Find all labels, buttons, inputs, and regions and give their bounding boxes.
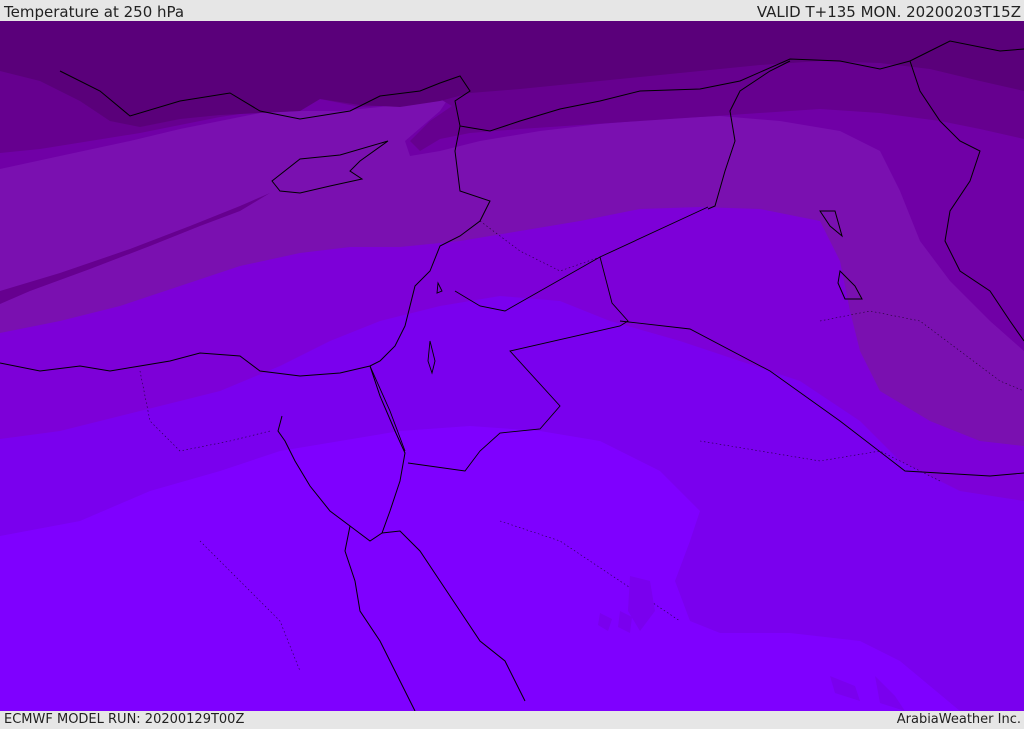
valid-time-label: VALID T+135 MON. 20200203T15Z	[756, 3, 1021, 21]
credit-label: ArabiaWeather Inc.	[896, 712, 1021, 727]
temperature-map[interactable]	[0, 21, 1024, 711]
map-header: Temperature at 250 hPa VALID T+135 MON. …	[0, 0, 1024, 21]
weather-map-viewer: Temperature at 250 hPa VALID T+135 MON. …	[0, 0, 1024, 729]
map-title: Temperature at 250 hPa	[4, 3, 185, 21]
map-canvas	[0, 21, 1024, 711]
model-run-label: ECMWF MODEL RUN: 20200129T00Z	[4, 712, 245, 727]
map-footer: ECMWF MODEL RUN: 20200129T00Z ArabiaWeat…	[0, 711, 1024, 729]
